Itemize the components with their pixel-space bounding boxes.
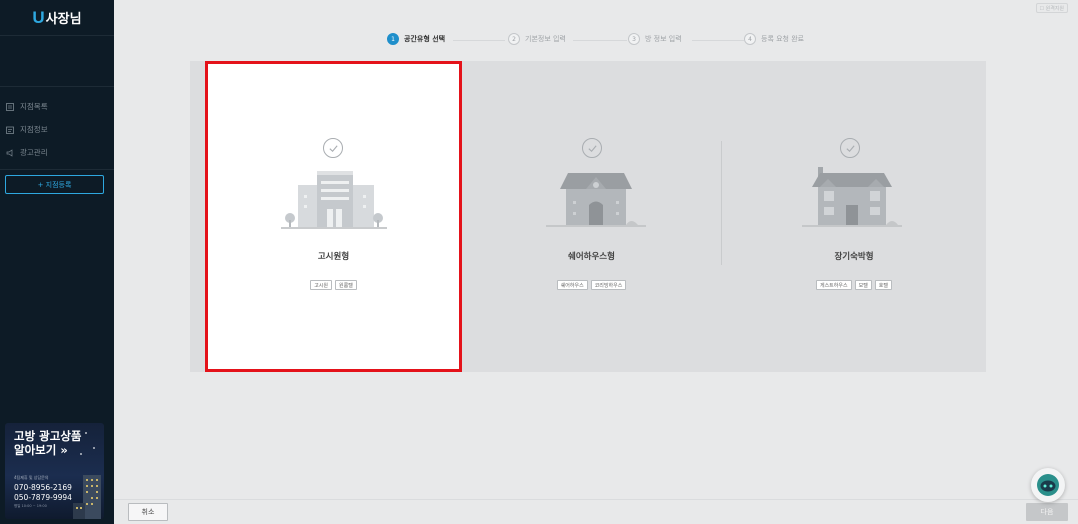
step-connector [453,40,505,41]
step-number: 2 [508,33,520,45]
card-title: 쉐어하우스형 [568,252,615,262]
next-button[interactable]: 다음 [1026,503,1068,521]
promo-phone-1: 070-8956-2169 [14,483,72,492]
card-title: 장기숙박형 [834,252,874,262]
step-3: 3 방 정보 입력 [628,33,682,45]
cancel-button[interactable]: 취소 [128,503,168,521]
card-tags: 쉐어하우스 코리빙하우스 [462,280,721,290]
user-info-area [0,37,114,87]
promo-hours: 평일 10:00 ~ 19:00 [14,504,47,508]
promo-phone-2: 050-7879-9994 [14,493,72,502]
card-tags: 고시원 원룸텔 [208,280,459,290]
decor-star [93,447,95,449]
building-illustration-icon [73,475,101,519]
decor-star [85,432,87,434]
step-label: 공간유형 선택 [404,35,446,43]
step-connector [573,40,627,41]
card-title: 고시원형 [317,252,350,262]
logo-mark: U [32,7,45,27]
promo-title-line2: 알아보기 » [14,443,68,457]
space-type-card-sharehouse[interactable]: 쉐어하우스형 쉐어하우스 코리빙하우스 [462,61,721,372]
sidebar-item-label: 지점목록 [20,102,48,111]
step-label: 방 정보 입력 [645,35,682,43]
logo-text: 사장님 [45,12,82,27]
check-circle-icon [582,138,602,158]
bottom-action-bar: 취소 다음 [114,499,1078,524]
progress-stepper: 1 공간유형 선택 2 기본정보 입력 3 방 정보 입력 4 등록 요청 완료 [114,32,1078,48]
sidebar: U 사장님 지점목록 지점정보 광고관리 + 지점등록 고방 광고상품 알아보기… [0,0,114,524]
step-1: 1 공간유형 선택 [387,33,445,45]
step-connector [692,40,744,41]
step-number: 3 [628,33,640,45]
tag: 모텔 [854,280,872,290]
sidebar-divider [0,169,114,170]
remote-support-button[interactable]: ☐ 원격지원 [1035,3,1068,13]
sidebar-item-label: 지점정보 [20,125,48,134]
space-type-panel: 고시원형 고시원 원룸텔 쉐어하우스형 쉐어하우스 코리빙하우스 장기숙박형 게… [190,61,986,372]
space-type-card-gosiwon[interactable]: 고시원형 고시원 원룸텔 [205,61,462,372]
sidebar-item-branch-list[interactable]: 지점목록 [0,95,114,118]
sidebar-item-branch-info[interactable]: 지점정보 [0,118,114,141]
list-icon [5,102,15,112]
step-2: 2 기본정보 입력 [508,33,566,45]
step-number: 1 [387,33,399,45]
check-circle-icon [323,138,343,158]
tag: 쉐어하우스 [556,280,588,290]
card-tags: 게스트하우스 모텔 호텔 [722,280,986,290]
tag: 고시원 [310,280,332,290]
office-building-icon [281,171,387,229]
megaphone-icon [5,148,15,158]
step-label: 등록 요청 완료 [761,35,805,43]
tag: 코리빙하우스 [590,280,627,290]
promo-title-line1: 고방 광고상품 [14,429,82,443]
step-number: 4 [744,33,756,45]
ad-promo-banner[interactable]: 고방 광고상품 알아보기 » 4팀제휴 및 상담문의 070-8956-2169… [5,423,104,519]
sidebar-item-label: 광고관리 [20,148,48,157]
logo[interactable]: U 사장님 [0,0,114,36]
step-label: 기본정보 입력 [525,35,566,43]
info-card-icon [5,125,15,135]
chatbot-icon[interactable] [1031,468,1065,502]
sidebar-item-ad-management[interactable]: 광고관리 [0,141,114,164]
check-circle-icon [840,138,860,158]
add-branch-button[interactable]: + 지점등록 [5,175,104,194]
space-type-card-longstay[interactable]: 장기숙박형 게스트하우스 모텔 호텔 [722,61,986,372]
sidebar-nav: 지점목록 지점정보 광고관리 [0,95,114,170]
tag: 호텔 [874,280,892,290]
step-4: 4 등록 요청 완료 [744,33,804,45]
main-content: ☐ 원격지원 1 공간유형 선택 2 기본정보 입력 3 방 정보 입력 4 등… [114,0,1078,524]
promo-title: 고방 광고상품 알아보기 » [14,429,81,457]
promo-subtitle: 4팀제휴 및 상담문의 [14,475,49,480]
house-icon [546,173,646,227]
tag: 원룸텔 [335,280,357,290]
tag: 게스트하우스 [815,280,852,290]
lodge-icon [802,167,902,227]
